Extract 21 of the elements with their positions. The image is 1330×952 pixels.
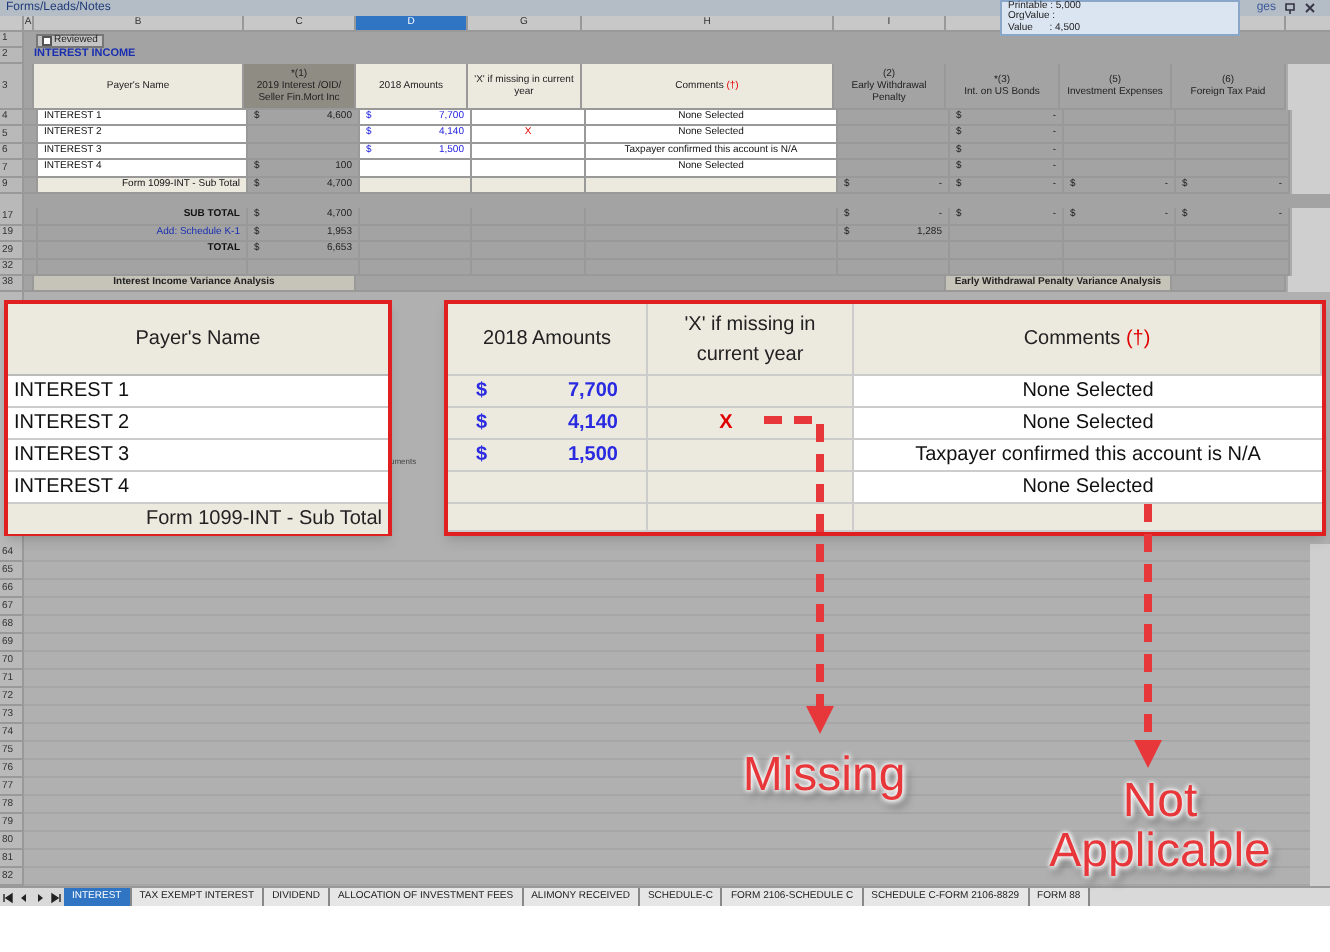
comment-text: Taxpayer confirmed this account is N/A (915, 442, 1261, 470)
column-header: 'X' if missing in current year (682, 311, 818, 369)
column-header: 2018 Amounts (483, 326, 611, 354)
amount: 7,700 (567, 378, 618, 406)
table-cell: INTEREST 3 (8, 440, 388, 472)
table-cell: INTEREST 1 (8, 376, 388, 408)
comment-text: None Selected (1022, 410, 1154, 438)
amount: 1,500 (567, 442, 618, 470)
comment-text: None Selected (1022, 474, 1154, 502)
table-cell: INTEREST 2 (8, 408, 388, 440)
currency-symbol: $ (476, 442, 488, 470)
column-header: Payer's Name (135, 326, 261, 354)
callout-label: Missing (740, 748, 908, 804)
column-header: Comments (†) (1023, 326, 1151, 354)
table-cell: Form 1099-INT - Sub Total (8, 504, 388, 534)
missing-mark: X (719, 410, 733, 438)
callout-label: Not Applicable (1047, 776, 1273, 876)
currency-symbol: $ (476, 378, 488, 406)
amount: 4,140 (567, 410, 618, 438)
currency-symbol: $ (476, 410, 488, 438)
comment-text: None Selected (1022, 378, 1154, 406)
